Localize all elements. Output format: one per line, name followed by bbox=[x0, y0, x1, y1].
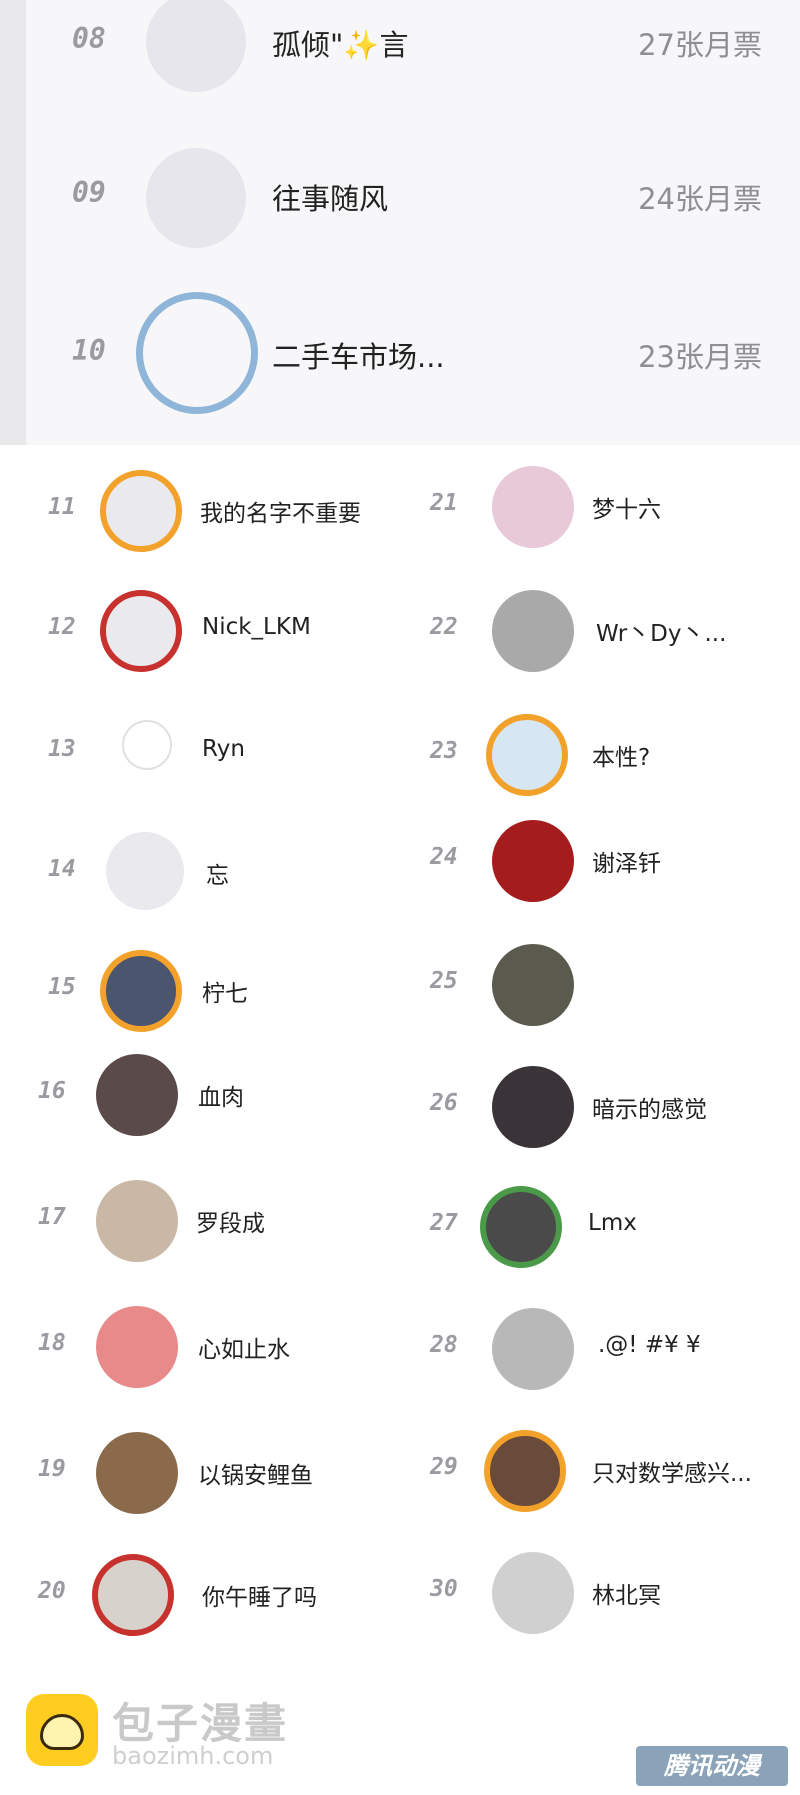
user-name: 孤倾"✨言 bbox=[272, 28, 409, 62]
ranking-row-19[interactable]: 19 以锅安鲤鱼 bbox=[38, 1428, 438, 1518]
ranking-row-10[interactable]: 10 二手车市场... 23张月票 bbox=[0, 292, 800, 414]
user-name: 忘 bbox=[206, 863, 229, 889]
vote-count: 23张月票 bbox=[638, 340, 762, 374]
ranking-row-22[interactable]: 22 Wr丶Dy丶... bbox=[430, 586, 800, 676]
ranking-row-11[interactable]: 11 我的名字不重要 bbox=[48, 466, 448, 556]
ranking-row-18[interactable]: 18 心如止水 bbox=[38, 1302, 438, 1392]
rank-number: 16 bbox=[38, 1078, 66, 1104]
footer-branding: 包子漫畫 baozimh.com 腾讯动漫 bbox=[0, 1680, 800, 1795]
ranking-row-29[interactable]: 29 只对数学感兴... bbox=[430, 1426, 800, 1516]
user-name: 暗示的感觉 bbox=[592, 1097, 707, 1123]
rank-number: 24 bbox=[430, 844, 458, 870]
user-name: 往事随风 bbox=[272, 182, 389, 216]
avatar[interactable] bbox=[96, 1306, 178, 1388]
vote-count: 27张月票 bbox=[638, 28, 762, 62]
avatar[interactable] bbox=[96, 1432, 178, 1514]
top-ranking-card: 08 孤倾"✨言 27张月票 09 往事随风 24张月票 10 二手车市场...… bbox=[0, 0, 800, 445]
rank-number: 22 bbox=[430, 614, 458, 640]
rank-number: 19 bbox=[38, 1456, 66, 1482]
bun-face-icon bbox=[40, 1714, 84, 1750]
avatar[interactable] bbox=[92, 1554, 174, 1636]
ranking-row-14[interactable]: 14 忘 bbox=[48, 828, 448, 918]
rank-number: 20 bbox=[38, 1578, 66, 1604]
avatar-wreath-frame[interactable] bbox=[136, 292, 258, 414]
user-name: Lmx bbox=[588, 1210, 637, 1236]
user-name: 我的名字不重要 bbox=[200, 501, 361, 527]
avatar[interactable] bbox=[486, 714, 568, 796]
avatar[interactable] bbox=[492, 590, 574, 672]
avatar[interactable] bbox=[106, 832, 184, 910]
user-name: 罗段成 bbox=[196, 1211, 265, 1237]
ranking-row-13[interactable]: 13 Ryn bbox=[48, 708, 448, 798]
user-name: 谢泽钎 bbox=[592, 851, 661, 877]
avatar[interactable] bbox=[100, 590, 182, 672]
user-name: 柠七 bbox=[202, 981, 248, 1007]
avatar[interactable] bbox=[146, 0, 246, 92]
rank-number: 13 bbox=[48, 736, 76, 762]
ranking-row-30[interactable]: 30 林北冥 bbox=[430, 1548, 800, 1638]
avatar[interactable] bbox=[484, 1430, 566, 1512]
user-name: Nick_LKM bbox=[202, 614, 311, 640]
user-name: 梦十六 bbox=[592, 497, 661, 523]
avatar[interactable] bbox=[492, 820, 574, 902]
user-name: 只对数学感兴... bbox=[592, 1461, 752, 1487]
ranking-row-20[interactable]: 20 你午睡了吗 bbox=[38, 1550, 438, 1640]
ranking-row-26[interactable]: 26 暗示的感觉 bbox=[430, 1062, 800, 1152]
rank-number: 14 bbox=[48, 856, 76, 882]
avatar[interactable] bbox=[96, 1180, 178, 1262]
user-name: 血肉 bbox=[198, 1085, 244, 1111]
user-name: 以锅安鲤鱼 bbox=[198, 1463, 313, 1489]
ranking-row-8[interactable]: 08 孤倾"✨言 27张月票 bbox=[0, 0, 800, 110]
ranking-row-16[interactable]: 16 血肉 bbox=[38, 1050, 438, 1140]
user-name: 本性? bbox=[592, 745, 651, 771]
avatar[interactable] bbox=[122, 720, 172, 770]
rank-number: 09 bbox=[72, 176, 106, 209]
rank-number: 08 bbox=[72, 22, 106, 55]
rank-number: 28 bbox=[430, 1332, 458, 1358]
rank-number: 10 bbox=[72, 334, 106, 367]
ranking-row-15[interactable]: 15 柠七 bbox=[48, 946, 448, 1036]
rank-number: 17 bbox=[38, 1204, 66, 1230]
avatar[interactable] bbox=[100, 470, 182, 552]
rank-number: 23 bbox=[430, 738, 458, 764]
rank-number: 25 bbox=[430, 968, 458, 994]
user-name: .@! #¥ ¥ bbox=[598, 1332, 701, 1358]
rank-number: 29 bbox=[430, 1454, 458, 1480]
rank-number: 21 bbox=[430, 490, 458, 516]
avatar[interactable] bbox=[480, 1186, 562, 1268]
avatar[interactable] bbox=[100, 950, 182, 1032]
avatar[interactable] bbox=[96, 1054, 178, 1136]
user-name: Wr丶Dy丶... bbox=[596, 621, 727, 647]
ranking-row-28[interactable]: 28 .@! #¥ ¥ bbox=[430, 1304, 800, 1394]
rank-number: 30 bbox=[430, 1576, 458, 1602]
user-name: 心如止水 bbox=[198, 1337, 290, 1363]
ranking-row-24[interactable]: 24 谢泽钎 bbox=[430, 816, 800, 906]
avatar[interactable] bbox=[492, 1552, 574, 1634]
ranking-row-17[interactable]: 17 罗段成 bbox=[38, 1176, 438, 1266]
tencent-comic-watermark: 腾讯动漫 bbox=[636, 1746, 788, 1786]
rank-number: 12 bbox=[48, 614, 76, 640]
avatar[interactable] bbox=[492, 1308, 574, 1390]
ranking-row-12[interactable]: 12 Nick_LKM bbox=[48, 586, 448, 676]
ranking-row-25[interactable]: 25 bbox=[430, 940, 800, 1030]
avatar[interactable] bbox=[492, 944, 574, 1026]
ranking-row-9[interactable]: 09 往事随风 24张月票 bbox=[0, 148, 800, 258]
user-name: 二手车市场... bbox=[272, 340, 445, 374]
user-name: Ryn bbox=[202, 736, 245, 762]
user-name: 林北冥 bbox=[592, 1583, 661, 1609]
rank-number: 18 bbox=[38, 1330, 66, 1356]
avatar[interactable] bbox=[492, 1066, 574, 1148]
avatar[interactable] bbox=[492, 466, 574, 548]
user-name: 你午睡了吗 bbox=[202, 1585, 317, 1611]
rank-number: 11 bbox=[48, 494, 76, 520]
rank-number: 26 bbox=[430, 1090, 458, 1116]
brand-domain: baozimh.com bbox=[112, 1742, 274, 1770]
ranking-row-23[interactable]: 23 本性? bbox=[430, 710, 800, 800]
rank-number: 15 bbox=[48, 974, 76, 1000]
vote-count: 24张月票 bbox=[638, 182, 762, 216]
baozi-logo-icon bbox=[26, 1694, 98, 1766]
ranking-row-27[interactable]: 27 Lmx bbox=[430, 1182, 800, 1272]
ranking-row-21[interactable]: 21 梦十六 bbox=[430, 462, 800, 552]
avatar[interactable] bbox=[146, 148, 246, 248]
